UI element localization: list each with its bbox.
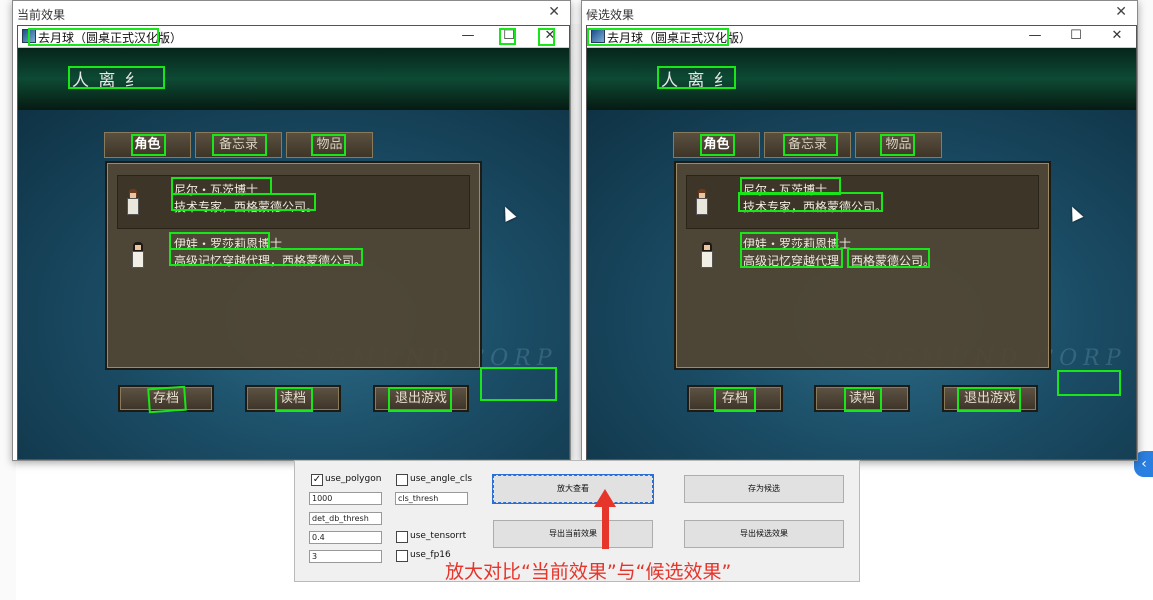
save-as-candidate-button[interactable]: 存为候选 [684, 475, 844, 503]
character-desc: 高级记忆穿越代理，西格蒙德公司。 [174, 254, 367, 268]
load-game-button[interactable]: 读档 [814, 385, 910, 412]
app-icon [591, 29, 605, 43]
close-icon[interactable]: ✕ [540, 27, 560, 45]
character-panel: 尼尔・瓦茨博士 技术专家，西格蒙德公司。 伊娃・罗莎莉恩博士 高级记忆穿越代理，… [105, 161, 482, 370]
param-field-1[interactable]: 1000 [309, 492, 382, 505]
tab-memo[interactable]: 备忘录 [195, 132, 282, 158]
cls-thresh-field[interactable]: cls_thresh [395, 492, 468, 505]
candidate-effect-titlebar: 候选效果 ✕ [582, 1, 1137, 25]
game-banner: 人 离 纟 [18, 48, 569, 110]
game-titlebar: 去月球（圆桌正式汉化版） — ☐ ✕ [587, 26, 1136, 48]
param-field-3[interactable]: 0.4 [309, 531, 382, 544]
export-current-button[interactable]: 导出当前效果 [493, 520, 653, 548]
save-game-button[interactable]: 存档 [118, 385, 214, 412]
close-icon[interactable]: ✕ [548, 4, 560, 20]
close-icon[interactable]: ✕ [1115, 4, 1127, 20]
character-name: 尼尔・瓦茨博士 [174, 183, 259, 197]
window-title: 候选效果 [586, 8, 635, 22]
tab-character[interactable]: 角色 [104, 132, 191, 158]
arrow-head-icon [594, 489, 616, 507]
game-titlebar: 去月球（圆桌正式汉化版） — ☐ ✕ [18, 26, 569, 48]
det-db-thresh-field[interactable]: det_db_thresh [309, 512, 382, 525]
character-sprite-neil [125, 189, 141, 215]
save-game-button[interactable]: 存档 [687, 385, 783, 412]
current-effect-titlebar: 当前效果 ✕ [13, 1, 570, 25]
zoom-view-button[interactable]: 放大查看 [492, 474, 654, 504]
game-window: 去月球（圆桌正式汉化版） — ☐ ✕ 人 离 纟 SIGMUND CORP 角色… [17, 25, 570, 460]
tab-character[interactable]: 角色 [673, 132, 760, 158]
banner-text: 人 离 纟 [661, 71, 733, 91]
character-sprite-neil [694, 189, 710, 215]
game-title: 去月球（圆桌正式汉化版） [607, 31, 752, 45]
close-icon[interactable]: ✕ [1107, 27, 1127, 45]
game-title: 去月球（圆桌正式汉化版） [38, 31, 183, 45]
list-item[interactable]: 伊娃・罗莎莉恩博士 高级记忆穿越代理， 西格蒙德公司。 [686, 231, 1039, 285]
character-name: 伊娃・罗莎莉恩博士 [174, 237, 283, 251]
maximize-icon[interactable]: ☐ [499, 27, 519, 45]
app-icon [22, 29, 36, 43]
quit-game-button[interactable]: 退出游戏 [373, 385, 469, 412]
character-desc: 西格蒙德公司。 [851, 254, 936, 268]
use-angle-cls-checkbox[interactable] [396, 474, 408, 486]
character-desc: 技术专家，西格蒙德公司。 [174, 200, 319, 214]
banner-text: 人 离 纟 [72, 71, 144, 91]
quit-game-button[interactable]: 退出游戏 [942, 385, 1038, 412]
character-desc: 高级记忆穿越代理， [743, 254, 852, 268]
character-sprite-eva [699, 242, 715, 268]
candidate-effect-window: 候选效果 ✕ 去月球（圆桌正式汉化版） — ☐ ✕ 人 离 纟 SIGMUND … [581, 0, 1138, 461]
game-window: 去月球（圆桌正式汉化版） — ☐ ✕ 人 离 纟 SIGMUND CORP 角色… [586, 25, 1137, 460]
export-candidate-button[interactable]: 导出候选效果 [684, 520, 844, 548]
list-item[interactable]: 伊娃・罗莎莉恩博士 高级记忆穿越代理，西格蒙德公司。 [117, 231, 470, 285]
list-item[interactable]: 尼尔・瓦茨博士 技术专家，西格蒙德公司。 [686, 175, 1039, 229]
maximize-icon[interactable]: ☐ [1066, 27, 1086, 45]
use-tensorrt-checkbox[interactable] [396, 531, 408, 543]
character-desc: 技术专家，西格蒙德公司。 [743, 200, 888, 214]
param-field-4[interactable]: 3 [309, 550, 382, 563]
character-panel: 尼尔・瓦茨博士 技术专家，西格蒙德公司。 伊娃・罗莎莉恩博士 高级记忆穿越代理，… [674, 161, 1051, 370]
use-polygon-checkbox[interactable]: ✓ [311, 474, 323, 486]
arrow-up-icon [602, 505, 609, 549]
game-banner: 人 离 纟 [587, 48, 1136, 110]
character-name: 伊娃・罗莎莉恩博士 [743, 237, 852, 251]
minimize-icon[interactable]: — [1025, 27, 1045, 45]
use-angle-cls-label: use_angle_cls [410, 474, 473, 484]
use-tensorrt-label: use_tensorrt [410, 531, 467, 541]
current-effect-window: 当前效果 ✕ 去月球（圆桌正式汉化版） — ☐ ✕ 人 离 纟 SIGMUND … [12, 0, 571, 461]
list-item[interactable]: 尼尔・瓦茨博士 技术专家，西格蒙德公司。 [117, 175, 470, 229]
tab-memo[interactable]: 备忘录 [764, 132, 851, 158]
character-name: 尼尔・瓦茨博士 [743, 183, 828, 197]
use-fp16-checkbox[interactable] [396, 550, 408, 562]
annotation-caption: 放大对比“当前效果”与“候选效果” [445, 561, 732, 583]
window-title: 当前效果 [17, 8, 66, 22]
use-polygon-label: use_polygon [325, 474, 382, 484]
tab-items[interactable]: 物品 [286, 132, 373, 158]
character-sprite-eva [130, 242, 146, 268]
load-game-button[interactable]: 读档 [245, 385, 341, 412]
background-app-right [1137, 0, 1153, 460]
tab-items[interactable]: 物品 [855, 132, 942, 158]
minimize-icon[interactable]: — [458, 27, 478, 45]
